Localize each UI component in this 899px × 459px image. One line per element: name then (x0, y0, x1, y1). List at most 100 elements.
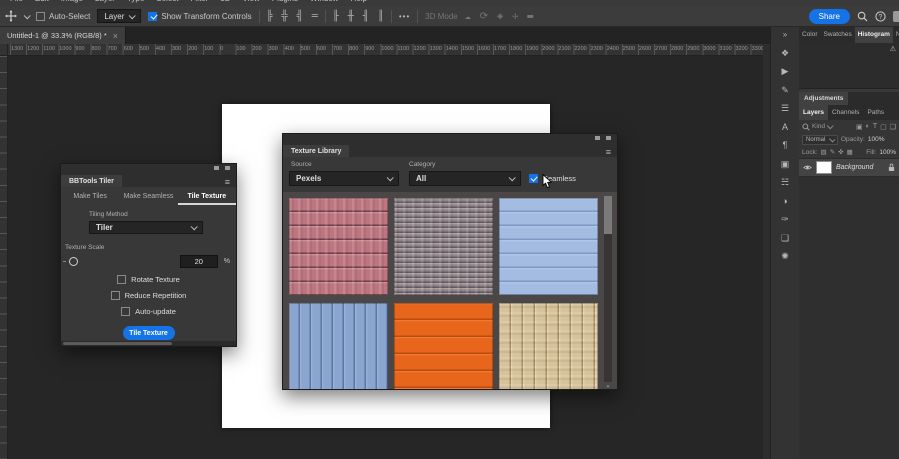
texture-scale-slider-knob[interactable] (69, 257, 78, 266)
brush-settings-panel-icon[interactable]: ✎ (781, 85, 789, 95)
scrollbar-thumb[interactable] (604, 196, 612, 234)
filter-adjustment-layers-icon[interactable]: ◐ (866, 123, 870, 131)
auto-update-checkbox[interactable]: Auto-update (61, 307, 236, 316)
opacity-value[interactable]: 100% (868, 136, 885, 143)
tab-paths[interactable]: Paths (863, 105, 888, 120)
filter-kind-label[interactable]: Kind (812, 123, 825, 130)
align-horizontal-centers-icon[interactable]: ╬ (282, 11, 288, 22)
timeline-panel-icon[interactable]: ✺ (781, 251, 789, 261)
distribute-right-edges-icon[interactable]: ╢ (363, 11, 369, 22)
light-blue-wood-siding-texture[interactable] (499, 198, 598, 295)
tab-swatches[interactable]: Swatches (821, 27, 855, 43)
filter-pixel-layers-icon[interactable]: ▣ (856, 123, 863, 131)
orange-wood-siding-texture[interactable] (394, 303, 493, 390)
histogram-warning-icon[interactable]: ⚠ (890, 45, 896, 53)
workspace-icon[interactable] (893, 11, 899, 22)
libraries-panel-icon[interactable]: ▣ (781, 159, 790, 169)
bbtools-panel-tab[interactable]: BBTools Tiler (61, 175, 122, 187)
search-icon[interactable] (802, 123, 810, 131)
tab-navigator[interactable]: Navigator (893, 27, 899, 43)
layer-visibility-eye-icon[interactable] (803, 164, 812, 171)
styles-panel-icon[interactable]: ✑ (781, 214, 789, 224)
auto-select-checkbox-box[interactable] (36, 12, 45, 21)
adjustments-panel-icon[interactable]: ☵ (781, 177, 789, 187)
actions-panel-icon[interactable]: ▶ (782, 66, 789, 76)
reduce-repetition-checkbox-box[interactable] (111, 291, 120, 300)
collapse-panel-icon[interactable] (214, 166, 219, 170)
lock-position-icon[interactable]: ✜ (838, 148, 843, 156)
lock-transparent-pixels-icon[interactable]: ▨ (821, 148, 827, 156)
3d-roll-icon[interactable]: ⟳ (480, 11, 488, 22)
help-icon[interactable]: ? (875, 11, 886, 22)
tab-tile-texture[interactable]: Tile Texture (178, 189, 236, 205)
close-panel-icon[interactable] (225, 166, 230, 170)
distribute-horizontal-centers-icon[interactable]: ╫ (348, 11, 354, 22)
rotate-texture-checkbox[interactable]: Rotate Texture (61, 275, 236, 284)
lock-image-pixels-icon[interactable]: ✎ (830, 148, 835, 156)
category-dropdown[interactable]: All (409, 171, 521, 186)
tab-make-tiles[interactable]: Make Tiles (61, 189, 119, 205)
source-dropdown[interactable]: Pexels (289, 171, 399, 186)
layer-thumbnail[interactable] (816, 161, 832, 174)
tab-layers[interactable]: Layers (799, 105, 828, 120)
filter-smart-objects-icon[interactable]: ❑ (890, 123, 896, 131)
expand-panels-icon[interactable]: » (783, 30, 787, 39)
rotate-texture-checkbox-box[interactable] (117, 275, 126, 284)
document-scrollbar[interactable] (763, 44, 770, 459)
align-right-edges-icon[interactable]: ╣ (297, 11, 303, 22)
distribute-vertical-centers-icon[interactable]: ║ (378, 11, 384, 22)
align-left-edges-icon[interactable]: ╠ (267, 11, 273, 22)
blend-mode-dropdown[interactable]: Normal (802, 135, 838, 145)
texture-grid-scrollbar[interactable] (604, 196, 612, 382)
tan-vertical-wood-planks-texture[interactable] (499, 303, 598, 390)
texture-library-panel-tab[interactable]: Texture Library (283, 145, 349, 157)
seamless-checkbox-box[interactable] (529, 174, 538, 183)
scroll-down-icon[interactable]: ⌄ (604, 382, 612, 389)
more-align-options-icon[interactable]: ••• (399, 12, 410, 21)
vertical-ruler[interactable] (0, 56, 8, 459)
tile-texture-button[interactable]: Tile Texture (123, 326, 175, 340)
auto-select-checkbox[interactable]: Auto-Select (36, 12, 90, 21)
tiling-method-dropdown[interactable]: Tiler (89, 221, 203, 234)
close-panel-icon[interactable] (606, 136, 611, 140)
panel-menu-icon[interactable]: ≡ (606, 148, 611, 157)
auto-update-checkbox-box[interactable] (121, 307, 130, 316)
tab-make-seamless[interactable]: Make Seamless (119, 189, 177, 205)
share-button[interactable]: Share (809, 9, 850, 24)
3d-orbit-icon[interactable]: ☁ (465, 11, 471, 22)
tab-channels[interactable]: Channels (828, 105, 863, 120)
layer-name[interactable]: Background (836, 164, 884, 171)
properties-panel-icon[interactable]: ☰ (781, 103, 789, 113)
align-top-edges-icon[interactable]: ═ (312, 11, 318, 22)
auto-select-target-dropdown[interactable]: Layer (97, 9, 141, 23)
lock-all-icon[interactable]: ▦ (847, 148, 853, 156)
blue-vertical-wood-planks-texture[interactable] (289, 303, 388, 390)
panel-menu-icon[interactable]: ≡ (225, 178, 230, 187)
paragraph-panel-icon[interactable]: ¶ (783, 140, 788, 150)
brushes-panel-icon[interactable]: ❖ (781, 48, 789, 58)
move-tool-icon[interactable] (5, 10, 17, 22)
texture-scale-value-field[interactable]: 20 (180, 255, 218, 268)
search-icon[interactable] (857, 11, 868, 22)
info-panel-icon[interactable]: ❏ (781, 233, 789, 243)
show-transform-controls-checkbox[interactable]: Show Transform Controls (148, 12, 251, 21)
collapse-panel-icon[interactable] (595, 136, 600, 140)
tab-adjustments[interactable]: Adjustments (799, 92, 848, 105)
distribute-left-edges-icon[interactable]: ╟ (333, 11, 339, 22)
horizontal-ruler[interactable]: 1300120011001000900800700600500400300200… (8, 44, 770, 56)
show-transform-checkbox-box[interactable] (148, 12, 157, 21)
3d-pan-icon[interactable]: ◈ (497, 11, 503, 22)
3d-slide-icon[interactable]: ✢ (512, 11, 518, 22)
close-tab-icon[interactable]: × (113, 31, 118, 41)
tool-preset-chevron-icon[interactable] (24, 12, 31, 19)
fill-value[interactable]: 100% (879, 149, 896, 156)
clone-source-panel-icon[interactable]: ◑ (782, 196, 787, 206)
gray-weathered-wood-planks-texture[interactable] (394, 198, 493, 295)
reduce-repetition-checkbox[interactable]: Reduce Repetition (61, 291, 236, 300)
3d-camera-icon[interactable]: ▬ (527, 11, 533, 22)
layer-row-background[interactable]: Background (799, 158, 899, 177)
pink-weathered-wood-planks-texture[interactable] (289, 198, 388, 295)
panel-horizontal-scrollbar[interactable] (61, 341, 236, 346)
filter-shape-layers-icon[interactable]: ▢ (880, 123, 887, 131)
filter-type-layers-icon[interactable]: T (873, 123, 877, 131)
